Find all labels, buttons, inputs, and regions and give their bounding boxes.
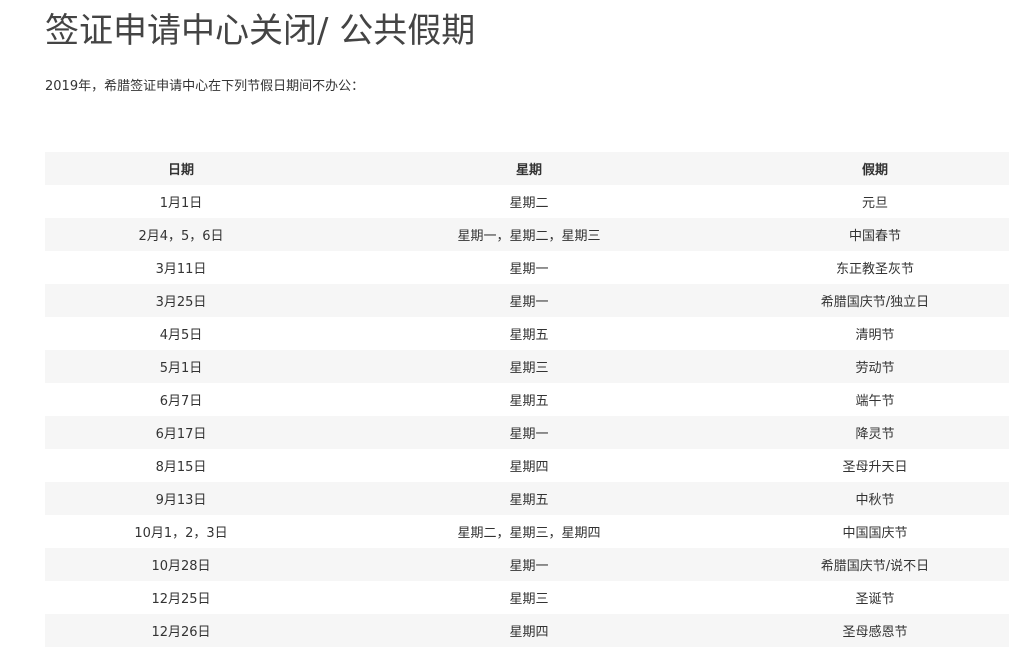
weekday-cell: 星期五 (509, 394, 549, 409)
holiday-table: 日期 星期 假期 1月1日 星期二 元旦 2月4，5，6日 星期一，星期二，星期三 中国春… (45, 152, 1009, 647)
header-date: 日期 (167, 163, 194, 178)
weekday-cell: 星期二，星期三，星期四 (457, 526, 601, 541)
page-title: 签证申请中心关闭/ 公共假期 (45, 11, 476, 51)
table-row: 6月17日 星期一 降灵节 (45, 416, 1009, 449)
date-cell: 4月5日 (159, 328, 203, 343)
holiday-cell: 降灵节 (855, 427, 895, 442)
table-header-row: 日期 星期 假期 (45, 152, 1009, 185)
holiday-cell: 圣母升天日 (842, 460, 908, 475)
table-row: 10月28日 星期一 希腊国庆节/说不日 (45, 548, 1009, 581)
weekday-cell: 星期三 (509, 592, 549, 607)
table-row: 6月7日 星期五 端午节 (45, 383, 1009, 416)
date-cell: 2月4，5，6日 (138, 229, 224, 244)
date-cell: 10月1，2，3日 (134, 526, 228, 541)
table-row: 1月1日 星期二 元旦 (45, 185, 1009, 218)
holiday-cell: 圣诞节 (855, 592, 895, 607)
weekday-cell: 星期一 (509, 295, 549, 310)
weekday-cell: 星期五 (509, 493, 549, 508)
header-weekday: 星期 (515, 163, 542, 178)
weekday-cell: 星期四 (509, 460, 549, 475)
date-cell: 3月25日 (155, 295, 207, 310)
table-row: 3月11日 星期一 东正教圣灰节 (45, 251, 1009, 284)
holiday-cell: 劳动节 (855, 361, 895, 376)
date-cell: 9月13日 (155, 493, 207, 508)
weekday-cell: 星期五 (509, 328, 549, 343)
table-row: 12月25日 星期三 圣诞节 (45, 581, 1009, 614)
holiday-cell: 希腊国庆节/独立日 (820, 295, 930, 310)
weekday-cell: 星期一，星期二，星期三 (457, 229, 601, 244)
date-cell: 6月17日 (155, 427, 207, 442)
table-body: 1月1日 星期二 元旦 2月4，5，6日 星期一，星期二，星期三 中国春节 3月11日 星期一… (45, 185, 1009, 647)
date-cell: 6月7日 (159, 394, 203, 409)
holiday-cell: 中国国庆节 (842, 526, 908, 541)
date-cell: 12月25日 (151, 592, 211, 607)
table-row: 10月1，2，3日 星期二，星期三，星期四 中国国庆节 (45, 515, 1009, 548)
table-row: 8月15日 星期四 圣母升天日 (45, 449, 1009, 482)
table-row: 12月26日 星期四 圣母感恩节 (45, 614, 1009, 647)
weekday-cell: 星期一 (509, 427, 549, 442)
page: 签证申请中心关闭/ 公共假期 2019年，希腊签证申请中心在下列节假日期间不办公… (0, 0, 1009, 663)
weekday-cell: 星期四 (509, 625, 549, 640)
date-cell: 10月28日 (151, 559, 211, 574)
date-cell: 1月1日 (159, 196, 203, 211)
date-cell: 12月26日 (151, 625, 211, 640)
holiday-cell: 圣母感恩节 (842, 625, 908, 640)
holiday-cell: 元旦 (861, 196, 888, 211)
date-cell: 5月1日 (159, 361, 203, 376)
table-row: 4月5日 星期五 清明节 (45, 317, 1009, 350)
weekday-cell: 星期一 (509, 559, 549, 574)
weekday-cell: 星期三 (509, 361, 549, 376)
holiday-cell: 中秋节 (855, 493, 895, 508)
holiday-cell: 东正教圣灰节 (835, 262, 914, 277)
table-row: 3月25日 星期一 希腊国庆节/独立日 (45, 284, 1009, 317)
date-cell: 3月11日 (155, 262, 207, 277)
intro-text: 2019年，希腊签证申请中心在下列节假日期间不办公： (45, 79, 365, 94)
table-row: 2月4，5，6日 星期一，星期二，星期三 中国春节 (45, 218, 1009, 251)
holiday-cell: 希腊国庆节/说不日 (820, 559, 930, 574)
weekday-cell: 星期二 (509, 196, 549, 211)
holiday-cell: 端午节 (855, 394, 895, 409)
holiday-cell: 中国春节 (848, 229, 901, 244)
table-row: 5月1日 星期三 劳动节 (45, 350, 1009, 383)
header-holiday: 假期 (861, 163, 888, 178)
table-row: 9月13日 星期五 中秋节 (45, 482, 1009, 515)
holiday-cell: 清明节 (855, 328, 895, 343)
date-cell: 8月15日 (155, 460, 207, 475)
weekday-cell: 星期一 (509, 262, 549, 277)
